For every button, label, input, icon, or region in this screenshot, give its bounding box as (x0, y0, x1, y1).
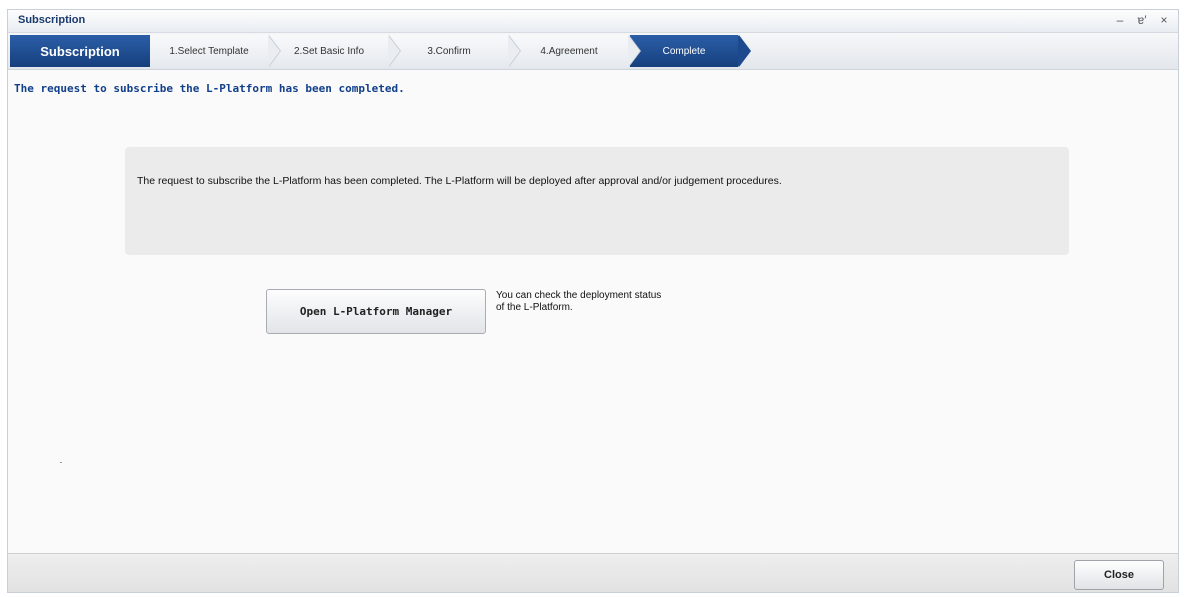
completion-headline: The request to subscribe the L-Platform … (14, 82, 405, 95)
step-confirm: 3.Confirm (390, 35, 521, 67)
wizard-steps: 1.Select Template 2.Set Basic Info 3.Con… (150, 35, 751, 67)
wizard-step-bar: Subscription 1.Select Template 2.Set Bas… (8, 33, 1178, 70)
stray-dot (60, 462, 62, 463)
title-bar: Subscription – ɐ′ × (8, 10, 1178, 33)
info-box: The request to subscribe the L-Platform … (125, 147, 1069, 255)
step-agreement: 4.Agreement (510, 35, 641, 67)
hint-line-1: You can check the deployment status (496, 290, 662, 301)
hint-line-2: of the L-Platform. (496, 302, 573, 313)
window-title: Subscription (18, 14, 86, 26)
restore-icon[interactable]: ɐ′ (1136, 13, 1148, 27)
window-controls: – ɐ′ × (1114, 13, 1170, 27)
footer-bar: Close (8, 553, 1178, 592)
info-message: The request to subscribe the L-Platform … (137, 175, 782, 187)
open-l-platform-manager-button[interactable]: Open L-Platform Manager (266, 289, 486, 334)
open-manager-hint: You can check the deployment status of t… (496, 290, 736, 314)
minimize-icon[interactable]: – (1114, 13, 1126, 27)
close-icon[interactable]: × (1158, 13, 1170, 27)
step-select-template: 1.Select Template (150, 35, 281, 67)
step-complete: Complete (630, 35, 751, 67)
wizard-header: Subscription (10, 35, 150, 67)
close-button[interactable]: Close (1074, 560, 1164, 590)
subscription-window: Subscription – ɐ′ × Subscription 1.Selec… (7, 9, 1179, 593)
step-set-basic-info: 2.Set Basic Info (270, 35, 401, 67)
